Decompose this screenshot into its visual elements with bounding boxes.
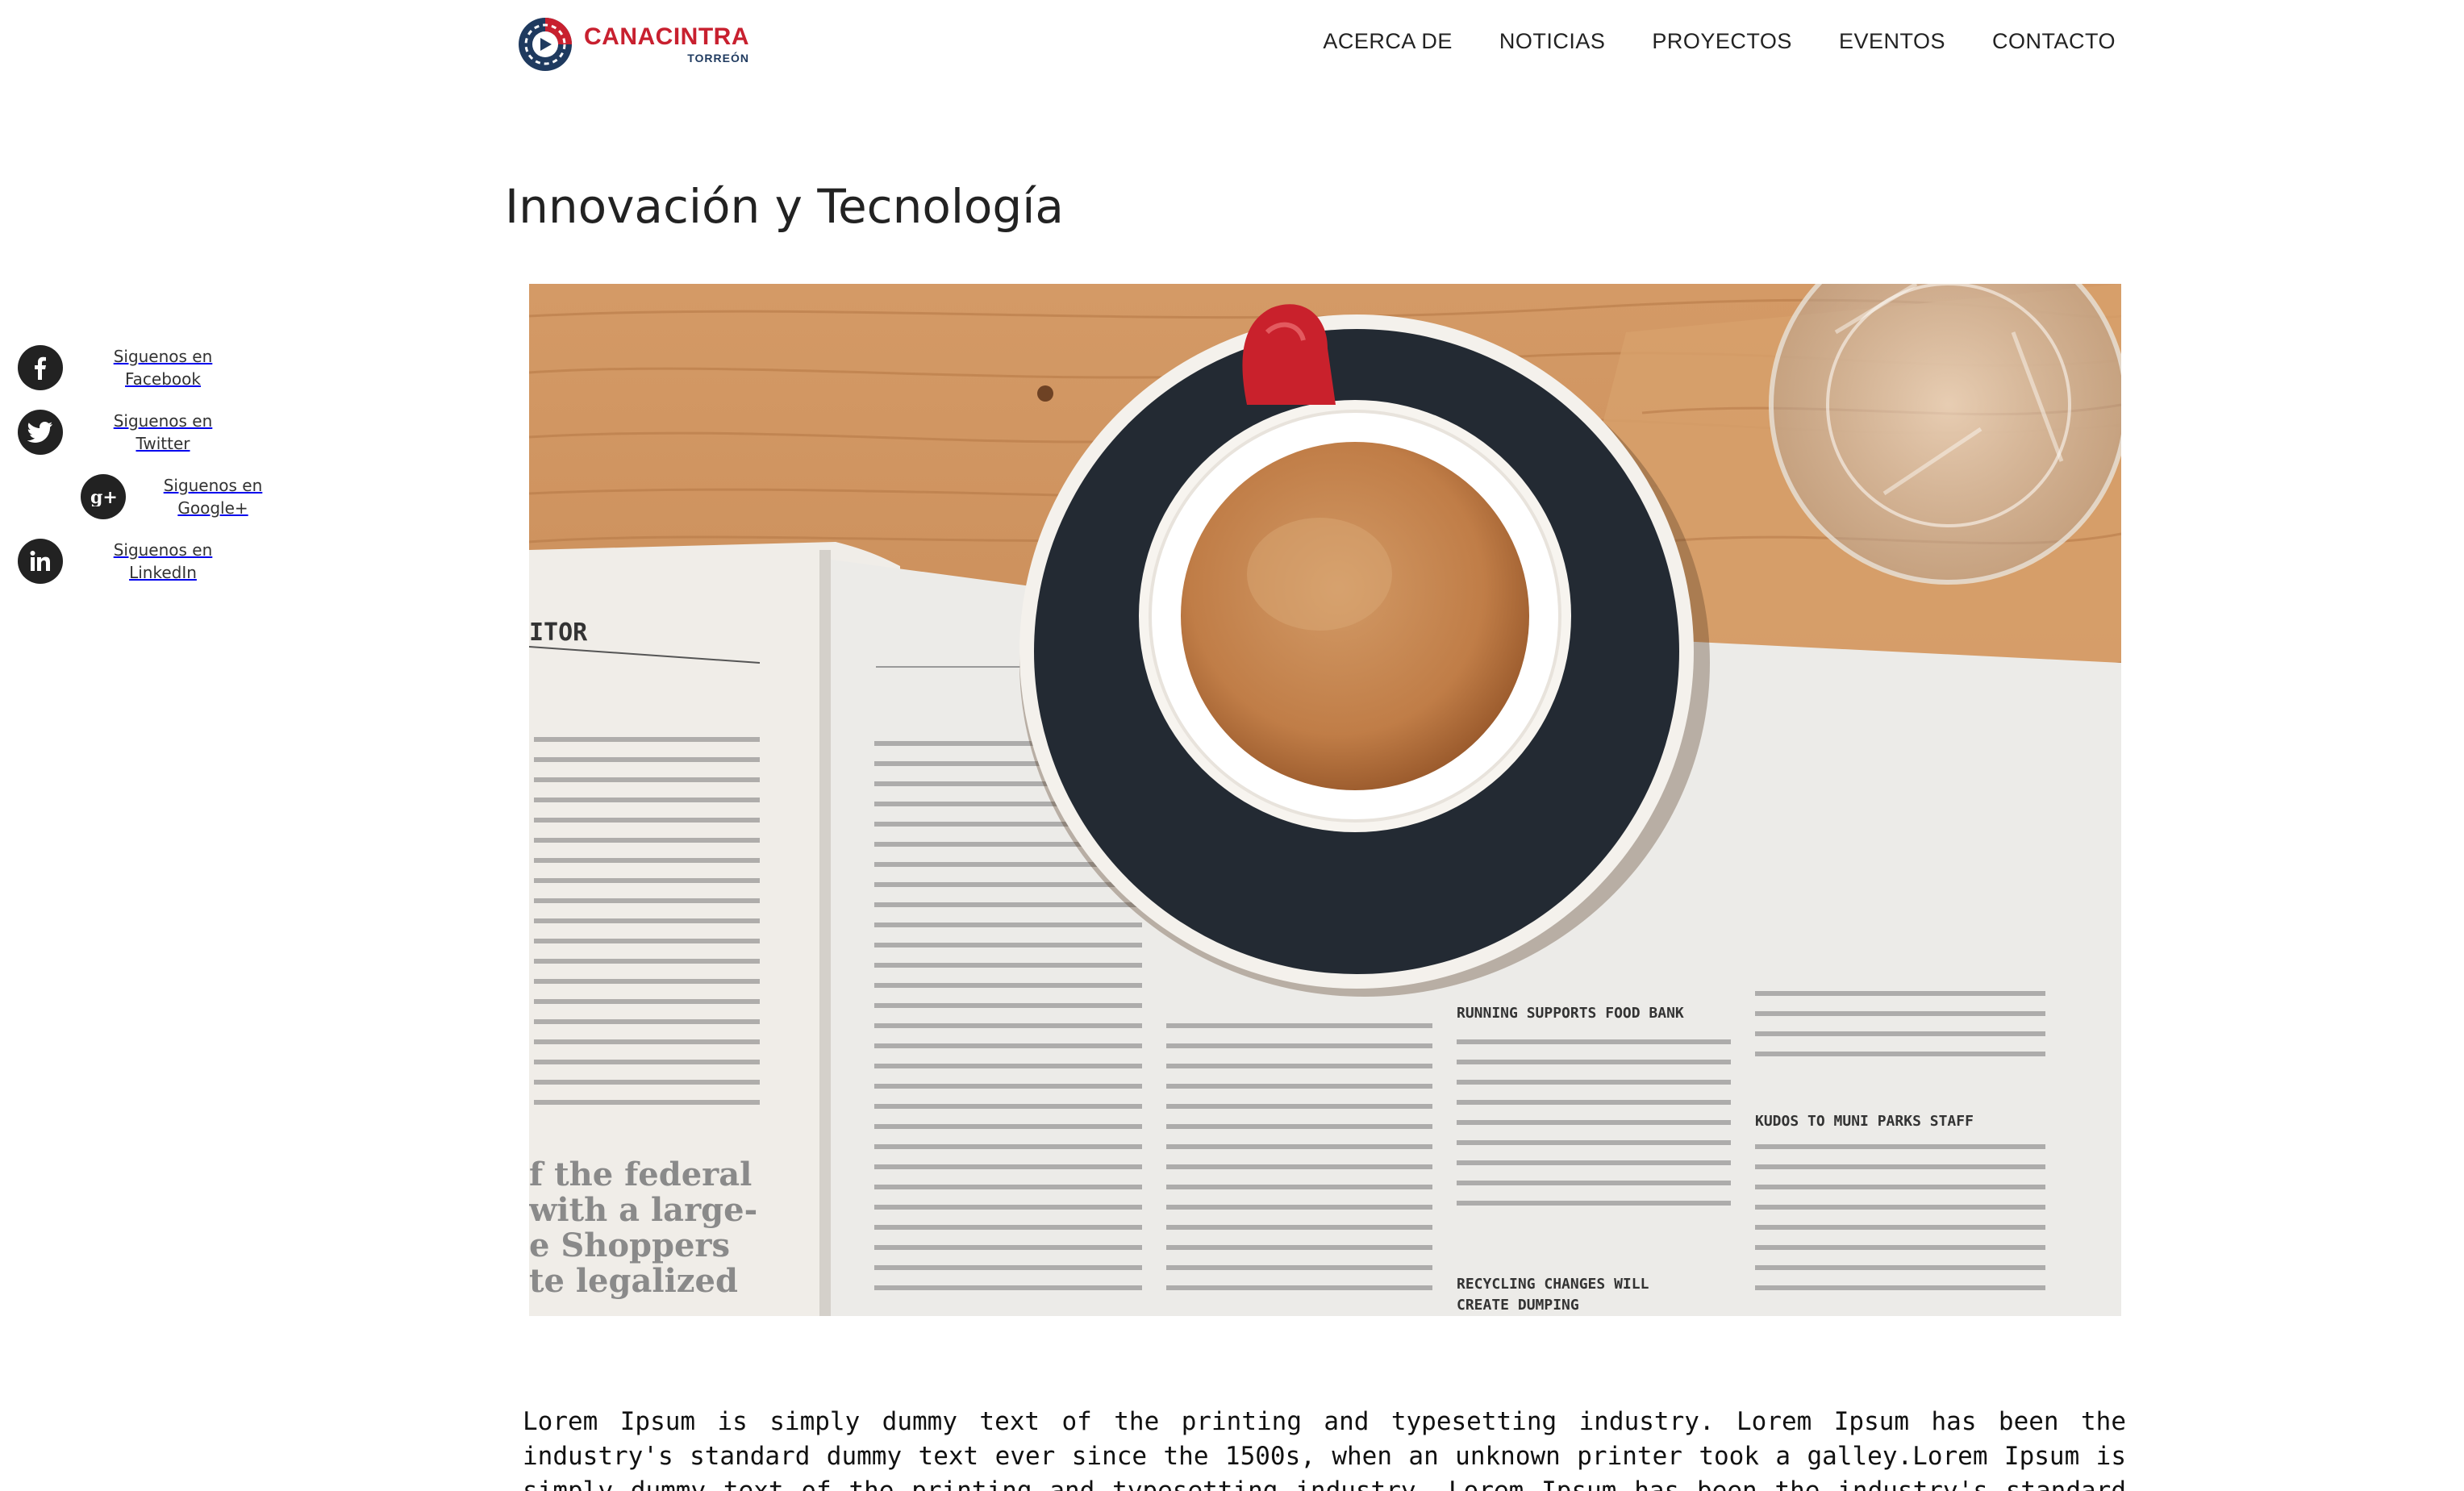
social-google-plus[interactable]: g+ Siguenos en Google+ xyxy=(81,474,277,519)
newspaper-pull-quote-line: f the federal xyxy=(529,1156,752,1193)
canacintra-logo-icon xyxy=(519,18,572,71)
twitter-icon xyxy=(18,410,63,455)
newspaper-header: RECYCLING CHANGES WILL xyxy=(1457,1276,1649,1293)
google-plus-icon: g+ xyxy=(81,474,126,519)
nav-eventos[interactable]: EVENTOS xyxy=(1839,29,1945,54)
social-linkedin[interactable]: Siguenos en LinkedIn xyxy=(18,539,227,584)
newspaper-pull-quote-line: te legalized xyxy=(529,1262,738,1300)
nav-noticias[interactable]: NOTICIAS xyxy=(1499,29,1606,54)
article-body: Lorem Ipsum is simply dummy text of the … xyxy=(523,1407,2126,1491)
brand-name: CANACINTRA xyxy=(584,23,749,50)
nav-acerca-de[interactable]: ACERCA DE xyxy=(1323,29,1453,54)
newspaper-pull-quote-line: with a large- xyxy=(529,1191,757,1229)
page-title: Innovación y Tecnología xyxy=(505,179,1064,234)
nav-contacto[interactable]: CONTACTO xyxy=(1992,29,2116,54)
social-linkedin-label: Siguenos en LinkedIn xyxy=(113,540,213,582)
main-nav: ACERCA DE NOTICIAS PROYECTOS EVENTOS CON… xyxy=(1323,29,2116,54)
social-google-plus-label: Siguenos en Google+ xyxy=(163,476,263,518)
social-facebook-label: Siguenos en Facebook xyxy=(113,347,213,389)
social-facebook[interactable]: Siguenos en Facebook xyxy=(18,345,227,390)
brand-subname: TORREÓN xyxy=(687,52,749,65)
nav-proyectos[interactable]: PROYECTOS xyxy=(1652,29,1792,54)
newspaper-pull-quote-line: e Shoppers xyxy=(529,1227,730,1264)
newspaper-header: RUNNING SUPPORTS FOOD BANK xyxy=(1457,1005,1684,1022)
brand-logo[interactable]: CANACINTRA TORREÓN xyxy=(516,15,748,74)
facebook-icon xyxy=(18,345,63,390)
hero-image: ITOR f the federal with a large- e Shopp… xyxy=(529,284,2121,1316)
social-twitter[interactable]: Siguenos en Twitter xyxy=(18,410,227,455)
svg-text:g+: g+ xyxy=(90,487,117,506)
newspaper-header: KUDOS TO MUNI PARKS STAFF xyxy=(1755,1113,1974,1130)
newspaper-header: ITOR xyxy=(529,618,588,647)
site-header: CANACINTRA TORREÓN ACERCA DE NOTICIAS PR… xyxy=(0,0,2464,97)
newspaper-header: CREATE DUMPING xyxy=(1457,1297,1579,1314)
coffee-newspaper-photo: ITOR f the federal with a large- e Shopp… xyxy=(529,284,2121,1316)
social-twitter-label: Siguenos en Twitter xyxy=(113,411,213,453)
linkedin-icon xyxy=(18,539,63,584)
